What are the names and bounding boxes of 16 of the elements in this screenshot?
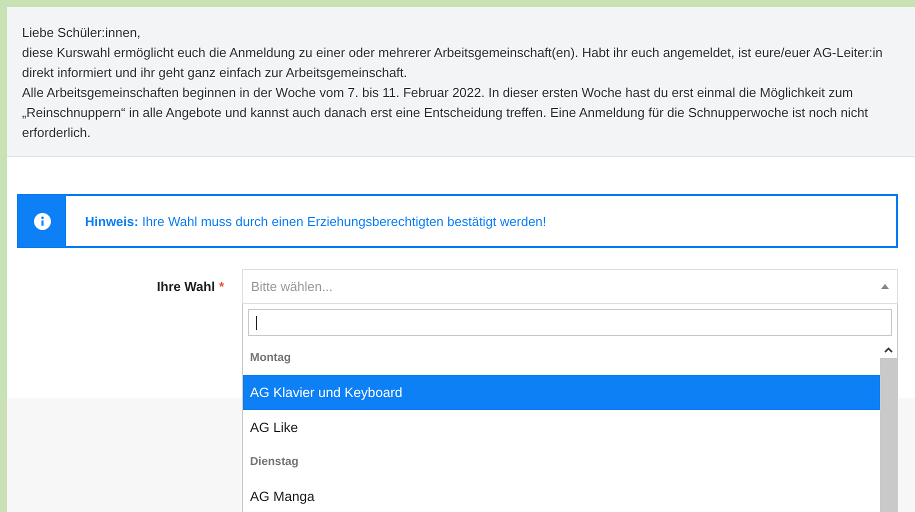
- greeting-text: Liebe Schüler:innen,: [22, 24, 142, 42]
- info-icon: [34, 212, 51, 230]
- group-header: Dienstag: [249, 455, 300, 470]
- field-label: Ihre Wahl: [156, 279, 215, 294]
- notice-text: Hinweis: Ihre Wahl muss durch einen Erziehungsberechtigten bestätigt werden!: [85, 214, 546, 228]
- intro-paragraph: diese Kurswahl ermöglicht euch die Anmeldung zu einer oder mehrerer Arbeitsgemeinschaft(en). Habt ihr euch angemeldet, ist eure/euer AG-Leiter:in direkt informiert und ihr geht ganz einfach zur Arbeitsgemeinschaft.: [22, 44, 884, 82]
- dropdown-option[interactable]: AG Klavier und Keyboard: [243, 375, 880, 410]
- search-field[interactable]: [248, 309, 892, 336]
- dropdown-option[interactable]: AG Manga: [243, 479, 880, 512]
- scrollbar[interactable]: [880, 341, 897, 512]
- dropdown-option[interactable]: AG Like: [243, 410, 880, 445]
- intro-paragraph: Alle Arbeitsgemeinschaften beginnen in der Woche vom 7. bis 11. Februar 2022. In dieser ersten Woche hast du erst einmal die Möglichkeit zum „Reinschnuppern“ in alle Angebote und kannst auch danach erst eine Entscheidung treffen. Eine Anmeldung für die Schnupperwoche ist noch nicht erforderlich.: [22, 84, 870, 142]
- required-mark: *: [218, 279, 224, 294]
- group-header: Montag: [249, 351, 292, 366]
- chevron-up-icon[interactable]: [884, 346, 893, 352]
- caret-icon: [881, 284, 889, 289]
